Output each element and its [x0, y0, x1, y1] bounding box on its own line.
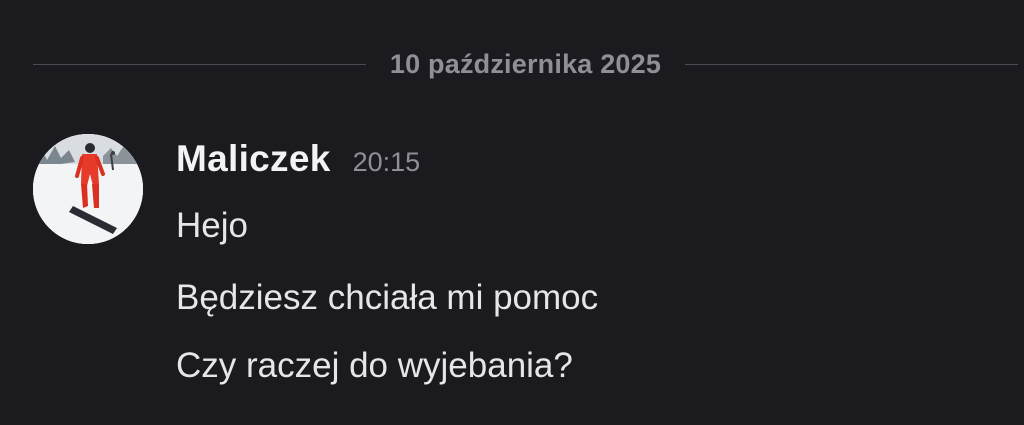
chat-message: Maliczek 20:15 Hejo Będziesz chciała mi … — [33, 134, 993, 394]
message-timestamp: 20:15 — [352, 147, 421, 177]
message-line: Będziesz chciała mi pomoc — [176, 278, 599, 317]
divider-line-right — [685, 63, 1018, 65]
message-header: Maliczek 20:15 — [176, 138, 993, 194]
divider-line-left — [33, 63, 366, 65]
message-line: Czy raczej do wyjebania? — [176, 346, 573, 385]
message-line: Hejo — [176, 206, 248, 245]
avatar[interactable] — [33, 134, 143, 244]
date-divider: 10 października 2025 — [33, 44, 1018, 84]
message-body: Maliczek 20:15 Hejo Będziesz chciała mi … — [176, 138, 993, 386]
username[interactable]: Maliczek — [176, 138, 331, 180]
divider-date: 10 października 2025 — [389, 48, 662, 79]
snowboarder-avatar-icon — [33, 134, 143, 244]
